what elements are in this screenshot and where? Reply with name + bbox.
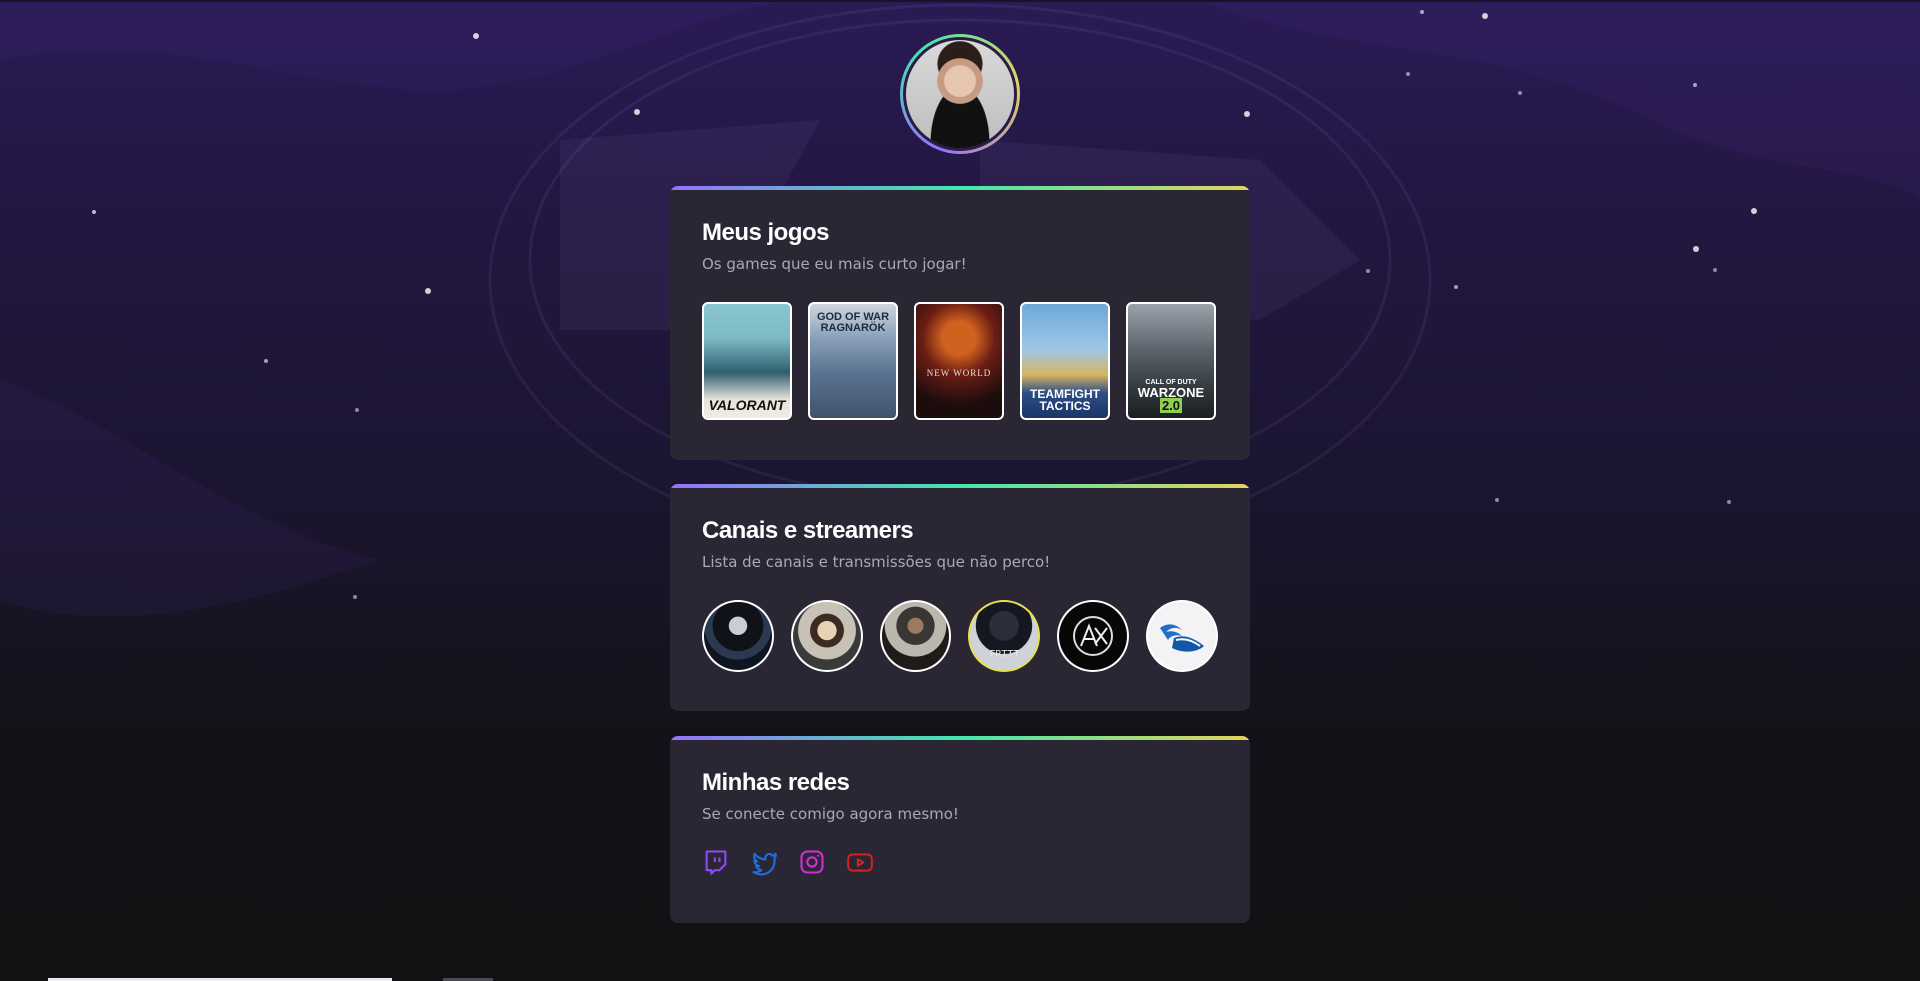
channel-avatar-6[interactable] (1146, 600, 1218, 672)
channel-avatar-5[interactable] (1057, 600, 1130, 672)
channels-title: Canais e streamers (702, 517, 914, 544)
games-list: VALORANT GOD OF WAR RAGNARÖK NEW WORLD T… (702, 302, 1218, 420)
instagram-icon (800, 850, 824, 874)
game-card-god-of-war[interactable]: GOD OF WAR RAGNARÖK (808, 302, 898, 420)
twitch-link[interactable] (702, 848, 730, 876)
channel-avatar-label: FRTTT (989, 649, 1020, 660)
game-label: TEAMFIGHT TACTICS (1030, 387, 1100, 413)
twitter-icon (752, 852, 777, 876)
game-label: VALORANT (708, 397, 786, 413)
game-label: NEW WORLD (926, 368, 992, 378)
profile-avatar-frame (900, 34, 1020, 154)
youtube-link[interactable] (846, 848, 874, 876)
channel-avatar-4[interactable]: FRTTT (968, 600, 1041, 672)
game-card-new-world[interactable]: NEW WORLD (914, 302, 1004, 420)
youtube-icon (847, 853, 873, 872)
game-label: CALL OF DUTY WARZONE 2.0 (1128, 379, 1214, 418)
game-label: GOD OF WAR RAGNARÖK (816, 311, 890, 334)
channels-subtitle: Lista de canais e transmissões que não p… (702, 553, 1051, 571)
winged-shoe-icon (1160, 624, 1205, 652)
games-card: Meus jogos Os games que eu mais curto jo… (670, 186, 1250, 460)
channels-card: Canais e streamers Lista de canais e tra… (670, 484, 1250, 711)
game-card-warzone[interactable]: CALL OF DUTY WARZONE 2.0 (1126, 302, 1216, 420)
social-card: Minhas redes Se conecte comigo agora mes… (670, 736, 1250, 923)
social-links (702, 848, 1218, 876)
instagram-link[interactable] (798, 848, 826, 876)
games-title: Meus jogos (702, 219, 830, 246)
channel-avatar-2[interactable] (790, 600, 863, 672)
social-subtitle: Se conecte comigo agora mesmo! (702, 805, 959, 823)
top-border (0, 0, 1920, 2)
profile-avatar (903, 37, 1017, 151)
channels-list: FRTTT (702, 600, 1218, 672)
social-title: Minhas redes (702, 769, 850, 796)
game-card-valorant[interactable]: VALORANT (702, 302, 792, 420)
twitch-icon (705, 850, 727, 875)
game-card-teamfight-tactics[interactable]: TEAMFIGHT TACTICS (1020, 302, 1110, 420)
channel-avatar-1[interactable] (702, 600, 774, 672)
games-subtitle: Os games que eu mais curto jogar! (702, 255, 967, 273)
ax-logo-icon (1073, 616, 1114, 656)
twitter-link[interactable] (750, 848, 778, 876)
game-label-badge: 2.0 (1159, 398, 1183, 413)
channel-avatar-3[interactable] (879, 600, 952, 672)
